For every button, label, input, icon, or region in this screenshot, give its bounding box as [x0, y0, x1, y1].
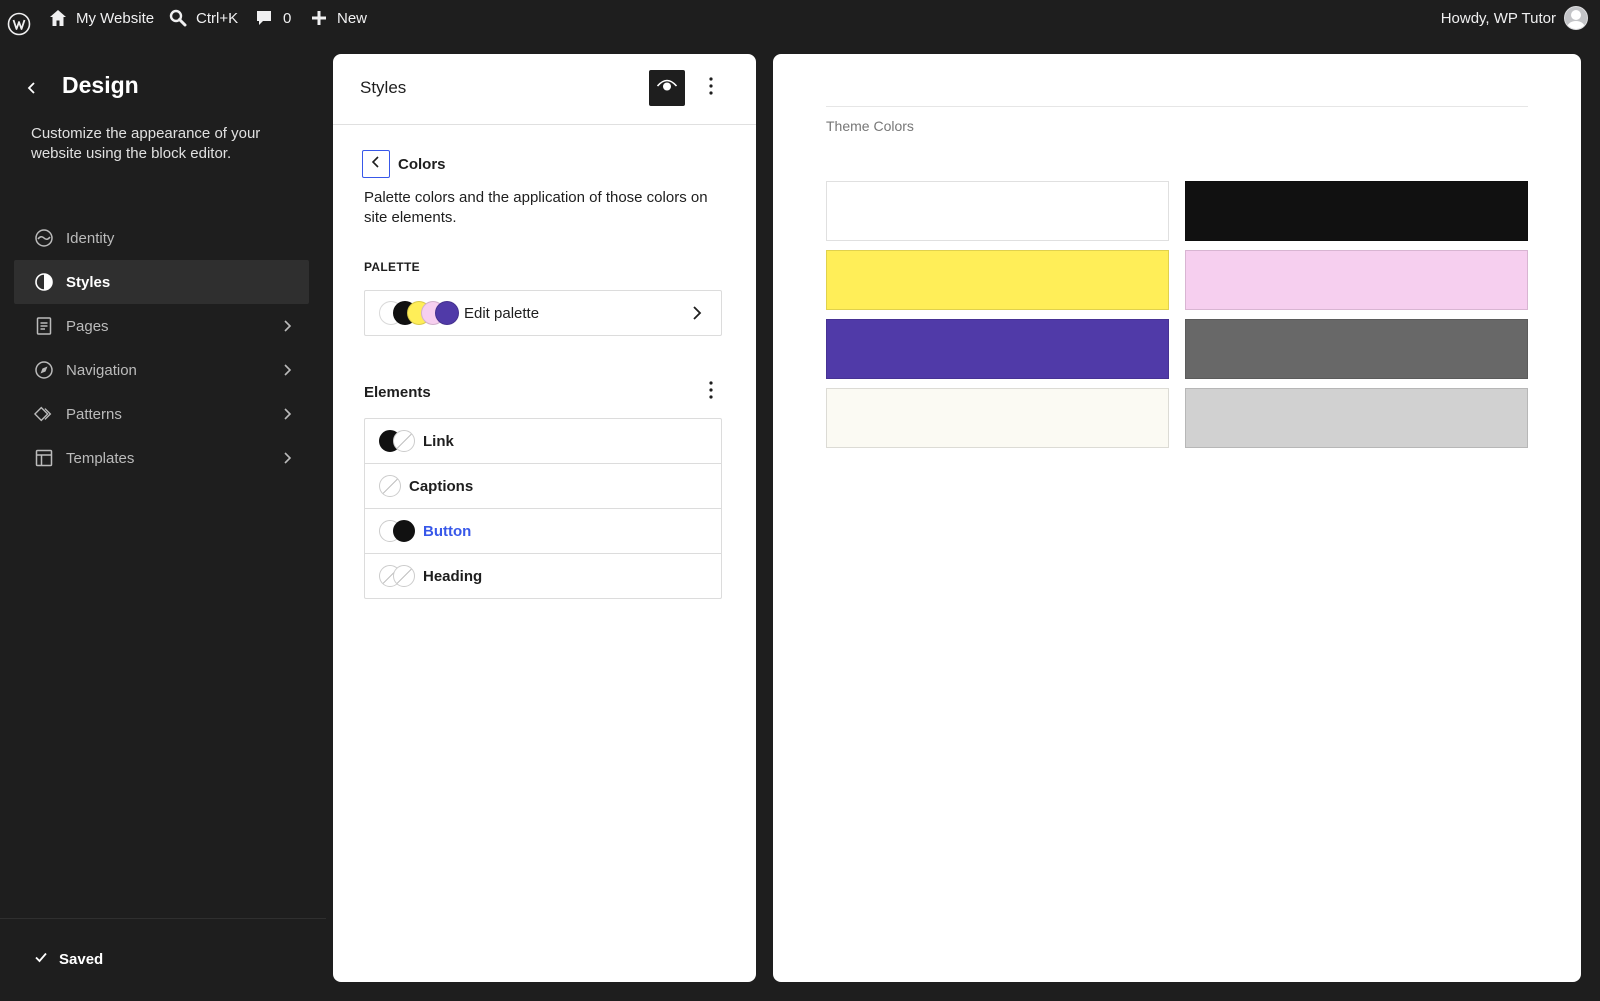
templates-icon: [34, 448, 54, 468]
comments-link[interactable]: 0: [255, 0, 291, 36]
divider: [826, 106, 1528, 107]
element-item-heading[interactable]: Heading: [365, 554, 721, 598]
eye-icon: [656, 78, 678, 99]
color-indicator: [379, 475, 401, 497]
chevron-right-icon: [279, 318, 295, 338]
sidebar-title: Design: [62, 72, 139, 98]
page-icon: [34, 316, 54, 336]
color-indicator: [379, 565, 415, 587]
elements-list: Link Captions Button Heading: [364, 418, 722, 599]
section-description: Palette colors and the application of th…: [364, 189, 708, 226]
sidebar-item-label: Styles: [66, 273, 111, 291]
sidebar-item-label: Templates: [66, 449, 135, 467]
comments-count: 0: [283, 9, 292, 27]
command-palette-button[interactable]: Ctrl+K: [169, 0, 238, 36]
patterns-icon: [34, 404, 54, 424]
sidebar-description: Customize the appearance of your website…: [31, 125, 261, 162]
design-sidebar: Design Customize the appearance of your …: [0, 36, 326, 1000]
element-item-button[interactable]: Button: [365, 509, 721, 554]
color-indicator: [379, 430, 415, 452]
chevron-right-icon: [279, 450, 295, 470]
comment-icon: [255, 9, 273, 27]
sidebar-item-pages[interactable]: Pages: [14, 304, 309, 348]
palette-swatches: [379, 301, 461, 325]
site-home-link[interactable]: My Website: [48, 0, 154, 36]
sidebar-item-patterns[interactable]: Patterns: [14, 392, 309, 436]
chevron-left-icon: [369, 155, 383, 174]
element-label: Link: [423, 432, 454, 450]
sidebar-item-label: Patterns: [66, 405, 122, 423]
chevron-right-icon: [689, 304, 705, 327]
elements-options-button[interactable]: [699, 380, 723, 404]
new-label: New: [337, 9, 368, 27]
more-vertical-icon: [709, 380, 713, 404]
panel-header: Styles: [333, 54, 756, 125]
more-options-button[interactable]: [699, 76, 723, 100]
preview-title: Theme Colors: [826, 118, 914, 134]
element-label: Heading: [423, 567, 483, 585]
check-icon: [33, 949, 49, 969]
element-item-link[interactable]: Link: [365, 419, 721, 464]
chevron-right-icon: [279, 362, 295, 382]
colors-back-button[interactable]: [362, 150, 390, 178]
sidebar-item-label: Navigation: [66, 361, 137, 379]
color-indicator-dot: [393, 565, 415, 587]
color-swatch-tile: [1185, 250, 1528, 310]
sidebar-item-label: Identity: [66, 229, 115, 247]
account-menu[interactable]: Howdy, WP Tutor: [1441, 0, 1588, 36]
more-vertical-icon: [709, 76, 713, 100]
color-swatch-tile: [1185, 388, 1528, 448]
howdy-text: Howdy, WP Tutor: [1440, 9, 1556, 27]
color-swatch-tile: [1185, 181, 1528, 241]
sidebar-footer: Saved: [0, 918, 326, 1001]
sidebar-item-templates[interactable]: Templates: [14, 436, 309, 480]
new-content-link[interactable]: New: [310, 0, 367, 36]
edit-palette-label: Edit palette: [464, 304, 540, 322]
palette-swatch: [435, 301, 459, 325]
sidebar-item-styles[interactable]: Styles: [14, 260, 309, 304]
plus-icon: [310, 9, 328, 27]
style-book-button[interactable]: [649, 70, 685, 106]
sidebar-item-label: Pages: [66, 317, 109, 335]
element-label: Captions: [409, 477, 474, 495]
sidebar-item-navigation[interactable]: Navigation: [14, 348, 309, 392]
color-indicator: [379, 520, 415, 542]
site-name: My Website: [76, 9, 155, 27]
avatar: [1564, 6, 1588, 30]
search-shortcut: Ctrl+K: [196, 9, 239, 27]
colors-header: Colors: [362, 150, 446, 178]
color-indicator-dot: [393, 520, 415, 542]
element-label: Button: [423, 522, 472, 540]
search-icon: [169, 9, 187, 27]
home-icon: [48, 8, 68, 28]
chevron-right-icon: [279, 406, 295, 426]
palette-heading: PALETTE: [364, 260, 420, 274]
theme-colors-grid: [826, 181, 1528, 448]
identity-icon: [34, 228, 54, 248]
save-status: Saved: [33, 949, 103, 969]
panel-title: Styles: [360, 78, 407, 97]
color-indicator-dot: [379, 475, 401, 497]
styles-icon: [34, 272, 54, 292]
chevron-left-icon: [24, 80, 40, 101]
color-swatch-tile: [826, 388, 1169, 448]
style-book-preview: Theme Colors: [773, 54, 1581, 982]
element-item-captions[interactable]: Captions: [365, 464, 721, 509]
styles-panel: Styles Colors Palette colors and the app…: [333, 54, 756, 982]
color-swatch-tile: [826, 181, 1169, 241]
sidebar-item-identity[interactable]: Identity: [14, 216, 309, 260]
section-title: Colors: [398, 155, 446, 173]
save-status-label: Saved: [59, 950, 104, 968]
color-swatch-tile: [1185, 319, 1528, 379]
back-button[interactable]: [20, 78, 44, 102]
color-indicator-dot: [393, 430, 415, 452]
color-swatch-tile: [826, 250, 1169, 310]
admin-bar: My Website Ctrl+K 0 New Howdy, WP Tutor: [0, 0, 1600, 36]
edit-palette-button[interactable]: Edit palette: [364, 290, 722, 336]
elements-heading: Elements: [364, 384, 431, 401]
navigation-icon: [34, 360, 54, 380]
sidebar-nav: Identity Styles Pages Navigation Pattern…: [14, 216, 309, 480]
color-swatch-tile: [826, 319, 1169, 379]
